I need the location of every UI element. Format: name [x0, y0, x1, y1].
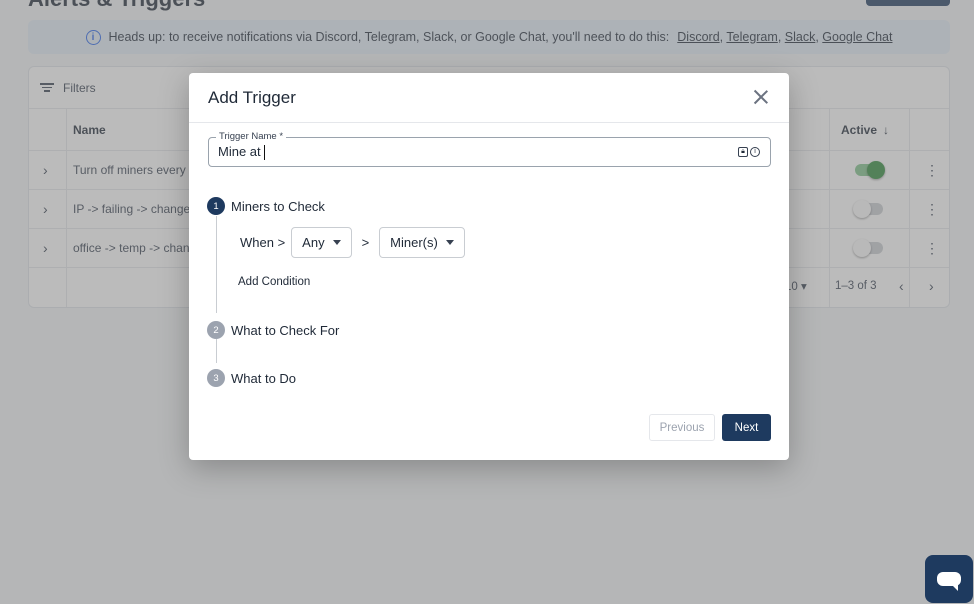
step-1-indicator: 1	[207, 197, 225, 215]
dialog-header: Add Trigger	[189, 73, 789, 123]
dialog-title: Add Trigger	[208, 87, 296, 107]
step-connector	[216, 216, 217, 313]
dropdown-caret-icon	[445, 240, 454, 245]
target-select[interactable]: Miner(s)	[379, 227, 465, 258]
text-cursor	[263, 145, 265, 161]
chat-support-button[interactable]	[925, 555, 973, 603]
dropdown-caret-icon	[332, 240, 341, 245]
lock-icon[interactable]: 🔒︎	[738, 147, 748, 157]
quantifier-select[interactable]: Any	[291, 227, 352, 258]
step-2-label: What to Check For	[231, 323, 340, 338]
info-circle-icon[interactable]: i	[750, 147, 760, 157]
step-3-label: What to Do	[231, 371, 297, 386]
step-3-indicator: 3	[207, 369, 225, 387]
when-label: When >	[240, 235, 286, 250]
add-condition-button[interactable]: Add Condition	[238, 276, 310, 288]
close-icon[interactable]	[753, 89, 769, 105]
step-1-label: Miners to Check	[231, 199, 325, 214]
chat-icon	[937, 572, 961, 591]
condition-row: When > Any > Miner(s)	[240, 227, 465, 258]
trigger-name-input[interactable]: Mine at	[218, 144, 718, 161]
add-trigger-dialog: Add Trigger Trigger Name * Mine at 🔒︎ i …	[189, 73, 789, 460]
previous-button[interactable]: Previous	[649, 414, 715, 441]
condition-separator: >	[361, 235, 370, 250]
step-2-indicator: 2	[207, 321, 225, 339]
next-button[interactable]: Next	[722, 414, 771, 441]
trigger-name-field[interactable]: Trigger Name * Mine at 🔒︎ i	[208, 131, 771, 167]
password-manager-icons[interactable]: 🔒︎ i	[738, 147, 760, 157]
step-connector	[216, 339, 217, 363]
trigger-name-label: Trigger Name *	[216, 131, 287, 142]
